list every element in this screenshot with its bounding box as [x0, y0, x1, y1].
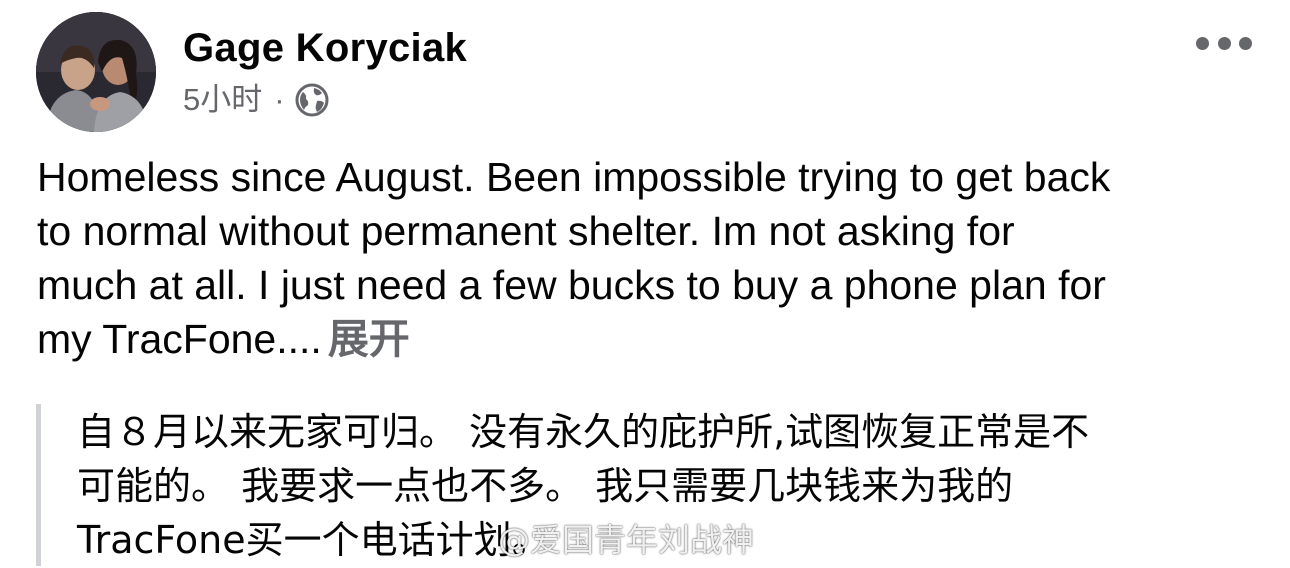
author-name[interactable]: Gage Koryciak — [183, 24, 467, 72]
globe-icon[interactable] — [295, 83, 329, 117]
post-text-line: Homeless since August. Been impossible t… — [37, 154, 1111, 200]
facebook-post: Gage Koryciak 5小时 · Homeless since Augus… — [0, 0, 1290, 567]
translation-text: 自８月以来无家可归。 没有永久的庇护所,试图恢复正常是不 可能的。 我要求一点也… — [77, 406, 1267, 568]
translation-line: TracFone买一个电话计划。 — [77, 518, 550, 562]
post-text-line: my TracFone.... — [37, 316, 322, 362]
more-dot — [1217, 36, 1231, 50]
meta-separator: · — [274, 82, 285, 117]
avatar-photo — [36, 12, 156, 132]
more-options-icon[interactable] — [1196, 34, 1252, 52]
post-text-line: to normal without permanent shelter. Im … — [37, 208, 1015, 254]
author-avatar[interactable] — [36, 12, 156, 132]
post-text: Homeless since August. Been impossible t… — [37, 150, 1262, 366]
expand-link[interactable]: 展开 — [328, 316, 410, 362]
translation-line: 自８月以来无家可归。 没有永久的庇护所,试图恢复正常是不 — [77, 410, 1090, 454]
post-text-line: much at all. I just need a few bucks to … — [37, 262, 1106, 308]
more-dot — [1239, 36, 1252, 50]
more-dot — [1196, 36, 1209, 50]
translation-line: 可能的。 我要求一点也不多。 我只需要几块钱来为我的 — [77, 464, 1014, 508]
post-text-last-line: my TracFone.... 展开 — [37, 312, 1262, 366]
post-timestamp[interactable]: 5小时 — [183, 80, 262, 120]
translation-quote-bar — [36, 404, 41, 566]
post-meta: 5小时 · — [183, 80, 329, 120]
